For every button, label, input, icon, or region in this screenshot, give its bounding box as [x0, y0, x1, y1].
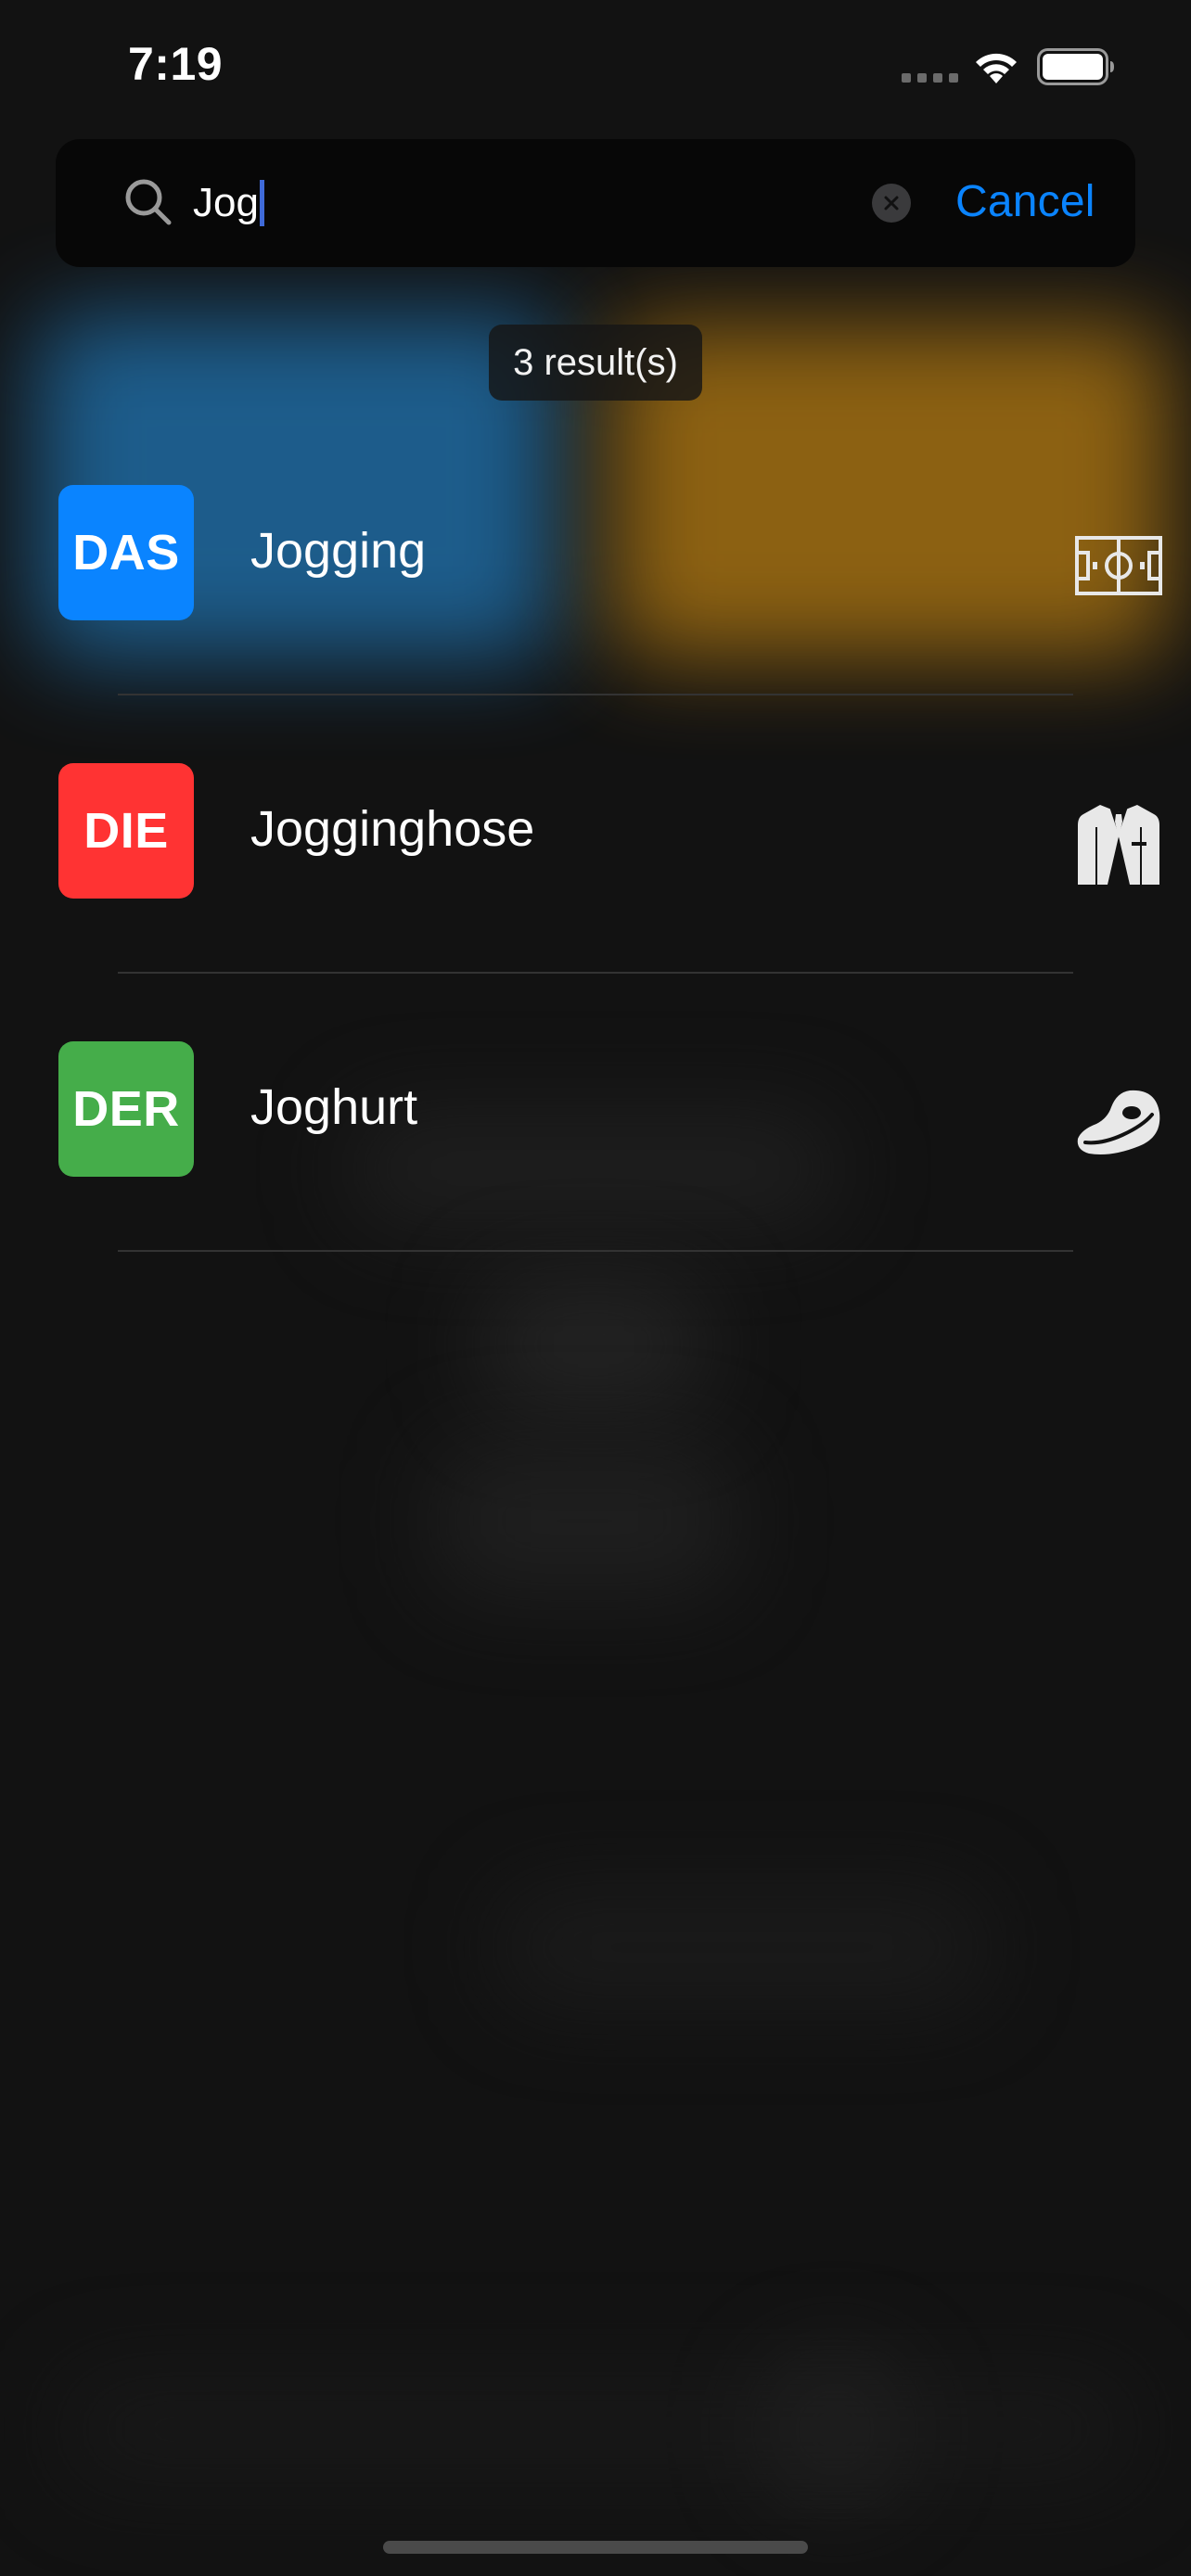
search-input-value: Jog: [193, 180, 259, 225]
steak-icon: [1077, 1090, 1160, 1154]
search-bar: Jog Cancel: [56, 139, 1135, 267]
row-divider: [118, 1250, 1073, 1252]
result-row[interactable]: DIE Jogginghose: [0, 695, 1191, 974]
search-icon: [125, 179, 172, 225]
article-badge: DER: [58, 1041, 194, 1177]
result-row[interactable]: DAS Jogging: [0, 417, 1191, 695]
status-time: 7:19: [128, 38, 224, 90]
background-blob: [436, 1447, 733, 1595]
clear-search-button[interactable]: [872, 184, 911, 223]
result-list: DAS Jogging DIE Jogginghose DER Joghurt: [0, 417, 1191, 1252]
battery-icon: [1037, 48, 1114, 85]
text-cursor: [259, 180, 264, 226]
background-blob: [761, 2355, 909, 2504]
cellular-signal-icon: [902, 73, 958, 83]
cancel-button[interactable]: Cancel: [955, 176, 1095, 227]
soccer-field-icon: [1075, 536, 1162, 595]
result-row[interactable]: DER Joghurt: [0, 974, 1191, 1252]
status-bar: 7:19: [0, 0, 1191, 130]
close-icon: [884, 196, 899, 210]
article-badge: DIE: [58, 763, 194, 899]
results-count-badge: 3 result(s): [489, 325, 702, 401]
home-indicator[interactable]: [383, 2541, 808, 2554]
background-blob: [65, 2374, 1132, 2485]
background-blob: [482, 1280, 705, 1409]
article-badge: DAS: [58, 485, 194, 620]
background-blob: [501, 1892, 983, 2003]
suit-jacket-icon: [1078, 805, 1159, 885]
search-input[interactable]: Jog: [193, 171, 907, 236]
wifi-icon: [976, 53, 1017, 83]
word-label: Joghurt: [250, 1079, 418, 1135]
word-label: Jogging: [250, 523, 427, 579]
word-label: Jogginghose: [250, 801, 535, 857]
